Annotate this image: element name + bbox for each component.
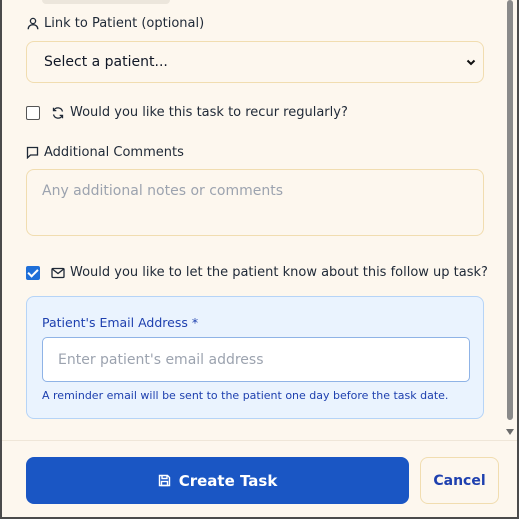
form-scroll-area: Link to Patient (optional) Select a pati… xyxy=(2,0,507,440)
email-panel: Patient's Email Address * Enter patient'… xyxy=(26,296,484,419)
patient-link-label: Link to Patient (optional) xyxy=(27,16,204,31)
scrollbar[interactable] xyxy=(504,0,515,440)
email-help-text: A reminder email will be sent to the pat… xyxy=(42,389,449,402)
comments-label: Additional Comments xyxy=(26,145,184,160)
comments-placeholder: Any additional notes or comments xyxy=(42,183,284,199)
notify-checkbox[interactable] xyxy=(26,266,40,280)
notify-label: Would you like to let the patient know a… xyxy=(51,265,488,280)
cancel-button[interactable]: Cancel xyxy=(420,457,499,504)
user-icon xyxy=(27,17,39,30)
patient-select[interactable]: Select a patient... xyxy=(26,41,484,83)
email-label: Patient's Email Address * xyxy=(42,315,199,330)
scroll-down-arrow-icon[interactable] xyxy=(506,429,514,435)
email-input[interactable]: Enter patient's email address xyxy=(42,337,470,382)
chevron-down-icon xyxy=(466,59,476,66)
email-placeholder: Enter patient's email address xyxy=(58,351,264,368)
refresh-icon xyxy=(52,106,64,119)
create-task-modal: Link to Patient (optional) Select a pati… xyxy=(0,0,519,519)
cancel-label: Cancel xyxy=(433,472,486,489)
create-task-button[interactable]: Create Task xyxy=(26,457,409,504)
message-square-icon xyxy=(26,146,39,159)
create-task-label: Create Task xyxy=(178,471,278,490)
modal-footer: Create Task Cancel xyxy=(2,440,517,517)
mail-icon xyxy=(51,267,65,278)
patient-select-value: Select a patient... xyxy=(44,54,168,70)
recur-label: Would you like this task to recur regula… xyxy=(51,105,348,120)
comments-textarea[interactable]: Any additional notes or comments xyxy=(26,169,484,236)
scrollbar-thumb[interactable] xyxy=(507,0,513,420)
recur-checkbox[interactable] xyxy=(26,106,40,120)
save-icon xyxy=(158,474,170,487)
